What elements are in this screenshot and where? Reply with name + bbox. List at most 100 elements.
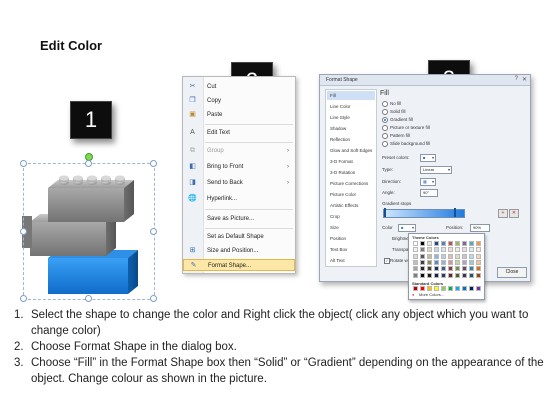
- color-swatch[interactable]: [448, 272, 453, 278]
- color-swatch[interactable]: [455, 266, 460, 272]
- color-swatch[interactable]: [427, 253, 432, 259]
- nav-item-3d-format[interactable]: 3-D Format: [327, 157, 375, 166]
- color-swatch[interactable]: [462, 272, 467, 278]
- color-swatch[interactable]: [427, 247, 432, 253]
- color-swatch[interactable]: [448, 241, 453, 246]
- color-swatch[interactable]: [420, 241, 425, 246]
- help-icon[interactable]: ?: [515, 76, 518, 82]
- nav-item-3d-rotation[interactable]: 3-D Rotation: [327, 168, 375, 177]
- color-swatch[interactable]: [441, 259, 446, 265]
- menu-item-send-to-back[interactable]: ◨ Send to Back ›: [183, 177, 295, 189]
- color-swatch[interactable]: [469, 247, 474, 253]
- color-swatch[interactable]: [441, 247, 446, 253]
- nav-item-picture-corrections[interactable]: Picture Corrections: [327, 179, 375, 188]
- menu-item-copy[interactable]: ❐ Copy: [183, 95, 295, 107]
- resize-handle-bottom-right[interactable]: [150, 295, 157, 302]
- color-swatch[interactable]: [462, 253, 467, 259]
- color-swatch[interactable]: [441, 241, 446, 246]
- standard-color-swatch[interactable]: [455, 286, 460, 291]
- color-swatch[interactable]: [476, 272, 481, 278]
- standard-color-swatch[interactable]: [462, 286, 467, 291]
- color-swatch[interactable]: [476, 266, 481, 272]
- standard-color-swatch[interactable]: [420, 286, 425, 291]
- color-swatch[interactable]: [469, 241, 474, 246]
- color-swatch[interactable]: [469, 253, 474, 259]
- gradient-stops-bar[interactable]: [383, 209, 465, 218]
- preset-colors-dropdown[interactable]: ■ ▾: [420, 154, 436, 162]
- color-swatch[interactable]: [434, 266, 439, 272]
- color-swatch[interactable]: [455, 241, 460, 246]
- nav-item-shadow[interactable]: Shadow: [327, 124, 375, 133]
- menu-item-hyperlink[interactable]: 🌐 Hyperlink...: [183, 193, 295, 205]
- color-swatch[interactable]: [441, 266, 446, 272]
- resize-handle-bottom-left[interactable]: [20, 295, 27, 302]
- menu-item-paste[interactable]: ▣ Paste: [183, 109, 295, 121]
- nav-item-reflection[interactable]: Reflection: [327, 135, 375, 144]
- menu-item-edit-text[interactable]: A Edit Text: [183, 127, 295, 139]
- menu-item-cut[interactable]: ✂ Cut: [183, 81, 295, 93]
- resize-handle-bottom[interactable]: [85, 295, 92, 302]
- color-swatch[interactable]: [434, 253, 439, 259]
- color-swatch[interactable]: [462, 266, 467, 272]
- resize-handle-top[interactable]: [85, 160, 92, 167]
- color-swatch[interactable]: [420, 272, 425, 278]
- position-input[interactable]: 90%: [470, 224, 490, 232]
- color-swatch[interactable]: [469, 266, 474, 272]
- resize-handle-left[interactable]: [20, 228, 27, 235]
- nav-item-fill[interactable]: Fill: [327, 91, 375, 100]
- standard-color-swatch[interactable]: [413, 286, 418, 291]
- standard-color-swatch[interactable]: [476, 286, 481, 291]
- resize-handle-top-left[interactable]: [20, 160, 27, 167]
- nav-item-line-style[interactable]: Line Style: [327, 113, 375, 122]
- color-swatch[interactable]: [462, 241, 467, 246]
- color-swatch[interactable]: [476, 259, 481, 265]
- color-dropdown[interactable]: ■ ▾: [398, 224, 416, 232]
- standard-color-swatch[interactable]: [434, 286, 439, 291]
- radio-gradient-fill[interactable]: [382, 117, 388, 123]
- menu-item-save-as-picture[interactable]: Save as Picture...: [183, 213, 295, 225]
- menu-item-bring-to-front[interactable]: ◧ Bring to Front ›: [183, 161, 295, 173]
- standard-color-swatch[interactable]: [441, 286, 446, 291]
- color-swatch[interactable]: [413, 272, 418, 278]
- color-swatch[interactable]: [448, 247, 453, 253]
- color-swatch[interactable]: [455, 259, 460, 265]
- color-swatch[interactable]: [455, 247, 460, 253]
- color-swatch[interactable]: [427, 272, 432, 278]
- color-swatch[interactable]: [434, 272, 439, 278]
- remove-stop-button[interactable]: ✕: [509, 209, 519, 218]
- color-swatch[interactable]: [434, 241, 439, 246]
- color-swatch[interactable]: [469, 259, 474, 265]
- color-swatch[interactable]: [420, 247, 425, 253]
- close-button[interactable]: Close: [497, 267, 527, 278]
- color-swatch[interactable]: [427, 241, 432, 246]
- color-swatch[interactable]: [462, 247, 467, 253]
- color-swatch[interactable]: [413, 253, 418, 259]
- gradient-stop-handle[interactable]: [384, 208, 386, 217]
- color-swatch[interactable]: [455, 272, 460, 278]
- radio-pattern-fill[interactable]: [382, 133, 388, 139]
- nav-item-crop[interactable]: Crop: [327, 212, 375, 221]
- color-swatch[interactable]: [462, 259, 467, 265]
- color-swatch[interactable]: [441, 253, 446, 259]
- color-swatch[interactable]: [413, 241, 418, 246]
- color-swatch[interactable]: [476, 241, 481, 246]
- nav-item-size[interactable]: Size: [327, 223, 375, 232]
- add-stop-button[interactable]: +: [498, 209, 508, 218]
- color-swatch[interactable]: [420, 259, 425, 265]
- standard-color-swatch[interactable]: [427, 286, 432, 291]
- color-swatch[interactable]: [448, 259, 453, 265]
- close-icon[interactable]: ✕: [522, 76, 527, 83]
- color-swatch[interactable]: [413, 266, 418, 272]
- nav-item-artistic-effects[interactable]: Artistic Effects: [327, 201, 375, 210]
- radio-solid-fill[interactable]: [382, 109, 388, 115]
- color-swatch[interactable]: [476, 247, 481, 253]
- type-dropdown[interactable]: Linear ▾: [420, 166, 452, 174]
- more-colors-link[interactable]: More Colors...: [419, 292, 444, 297]
- color-swatch[interactable]: [434, 259, 439, 265]
- color-swatch[interactable]: [476, 253, 481, 259]
- radio-no-fill[interactable]: [382, 101, 388, 107]
- color-swatch[interactable]: [427, 259, 432, 265]
- nav-item-picture-color[interactable]: Picture Color: [327, 190, 375, 199]
- menu-item-set-default-shape[interactable]: Set as Default Shape: [183, 231, 295, 243]
- standard-color-swatch[interactable]: [469, 286, 474, 291]
